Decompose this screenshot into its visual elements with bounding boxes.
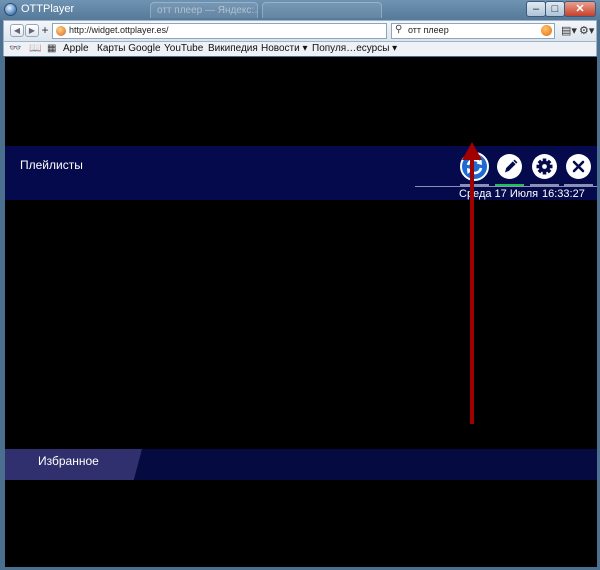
background-tab-1[interactable]: отт плеер — Яндекс:… <box>150 2 258 18</box>
forward-button[interactable]: ▶ <box>25 24 39 37</box>
maximize-button[interactable]: □ <box>545 1 565 17</box>
close-window-button[interactable]: ✕ <box>564 1 596 17</box>
add-bookmark-icon[interactable]: + <box>39 24 51 38</box>
bookmark-news-label: Новости <box>261 43 300 54</box>
header-divider <box>415 186 597 187</box>
bookmark-popular-label: Популя…есурсы <box>312 43 390 54</box>
favorites-tab[interactable]: Избранное <box>5 449 142 480</box>
top-sites-grid-icon[interactable]: ▦ <box>47 42 56 55</box>
bookmark-news[interactable]: Новости ▾ <box>261 42 308 55</box>
app-icon <box>4 3 17 16</box>
settings-button[interactable] <box>532 154 557 179</box>
favorites-bar: Избранное <box>5 449 597 480</box>
search-query: отт плеер <box>408 25 449 35</box>
search-go-icon[interactable] <box>541 25 552 36</box>
page-content: Плейлисты Среда 17 Июля 16:33:27 Избранн… <box>5 57 597 567</box>
bookmark-google-maps[interactable]: Карты Google <box>97 42 161 55</box>
gear-icon <box>536 158 553 175</box>
playlists-title: Плейлисты <box>20 158 83 172</box>
reading-list-icon[interactable]: 👓 <box>9 42 21 55</box>
bookmark-wikipedia[interactable]: Википедия <box>208 42 258 55</box>
favorites-label: Избранное <box>38 454 99 468</box>
browser-window: OTTPlayer отт плеер — Яндекс:… – □ ✕ ◀ ▶… <box>0 0 600 570</box>
bookmark-popular[interactable]: Популя…есурсы ▾ <box>312 42 397 55</box>
edit-button[interactable] <box>497 154 522 179</box>
search-field[interactable]: ⚲ отт плеер <box>391 23 555 39</box>
bookmarks-book-icon[interactable]: 📖 <box>29 42 41 55</box>
red-arrow-annotation <box>462 142 482 424</box>
background-tab-2[interactable] <box>262 2 382 18</box>
playlists-header: Плейлисты Среда 17 Июля 16:33:27 <box>5 146 597 200</box>
title-bar: OTTPlayer отт плеер — Яндекс:… – □ ✕ <box>0 0 600 20</box>
time-label: 16:33:27 <box>542 188 585 200</box>
close-icon <box>572 160 585 173</box>
window-title: OTTPlayer <box>21 3 75 15</box>
site-favicon-icon <box>56 26 66 36</box>
navigation-toolbar: ◀ ▶ + http://widget.ottplayer.es/ ⚲ отт … <box>3 20 597 42</box>
search-icon: ⚲ <box>395 24 403 35</box>
pencil-icon <box>505 159 518 173</box>
bookmark-youtube[interactable]: YouTube <box>164 42 203 55</box>
bookmark-apple[interactable]: Apple <box>63 42 89 55</box>
url-text: http://widget.ottplayer.es/ <box>69 25 169 35</box>
bookmarks-bar: 👓 📖 ▦ Apple Карты Google YouTube Википед… <box>3 42 597 56</box>
settings-menu-icon[interactable]: ⚙▾ <box>579 24 594 37</box>
address-bar[interactable]: + http://widget.ottplayer.es/ <box>41 23 387 39</box>
minimize-button[interactable]: – <box>526 1 546 17</box>
page-menu-icon[interactable]: ▤▾ <box>561 24 577 37</box>
close-app-button[interactable] <box>566 154 591 179</box>
back-button[interactable]: ◀ <box>10 24 24 37</box>
